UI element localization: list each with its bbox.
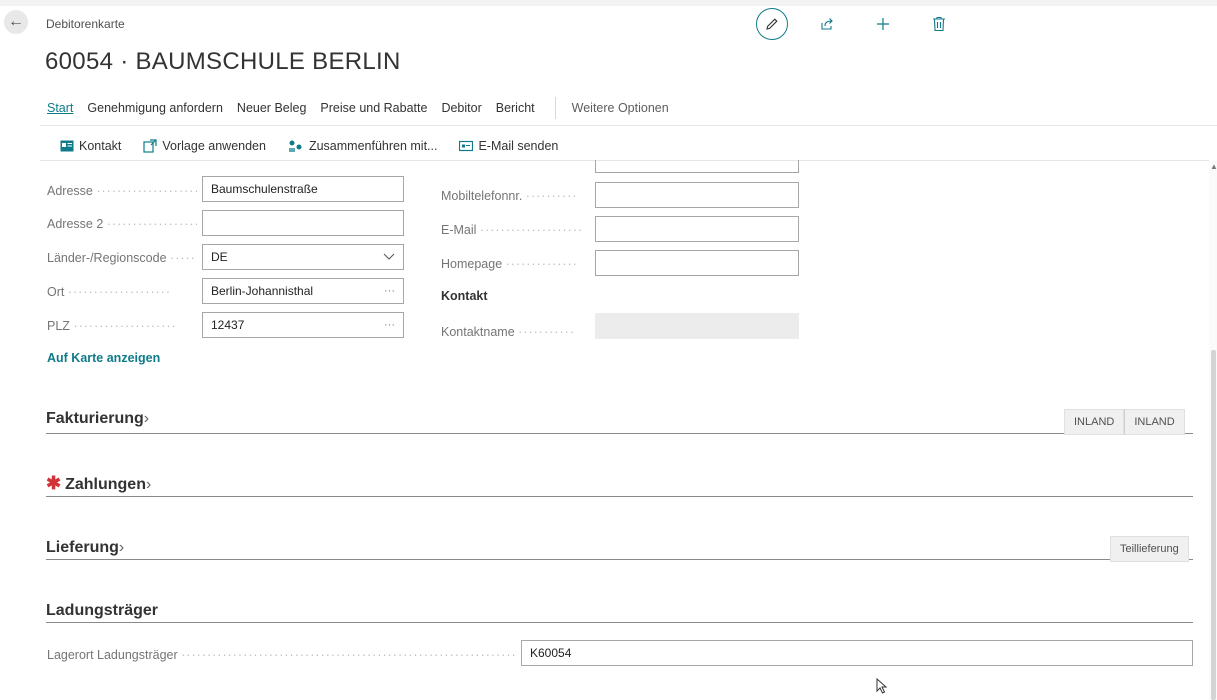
contact-card-icon <box>60 140 74 152</box>
menu-start[interactable]: Start <box>47 101 73 119</box>
apply-template-icon <box>143 139 157 153</box>
kontakt-label: Kontakt <box>79 139 122 153</box>
contactname-label: Kontaktname ··········· <box>441 325 575 339</box>
homepage-label: Homepage ·············· <box>441 257 578 271</box>
chevron-down-icon <box>383 253 395 260</box>
lieferung-badges: Teillieferung <box>1110 536 1189 562</box>
kontakt-heading: Kontakt <box>441 289 488 303</box>
menu-preise-rabatte[interactable]: Preise und Rabatte <box>320 101 427 119</box>
section-title: Fakturierung <box>46 410 144 427</box>
header-actions <box>756 7 978 41</box>
adresse2-field[interactable] <box>202 210 404 236</box>
share-button[interactable] <box>810 7 844 41</box>
share-icon <box>821 18 833 30</box>
page-caption: Debitorenkarte <box>46 17 125 31</box>
top-strip <box>0 0 1217 6</box>
menu-weitere-optionen[interactable]: Weitere Optionen <box>572 101 669 119</box>
badge: INLAND <box>1124 409 1185 435</box>
menu-genehmigung[interactable]: Genehmigung anfordern <box>87 101 223 119</box>
cut-off-field <box>595 160 799 173</box>
zusammenfuehren-button[interactable]: Zusammenführen mit... <box>288 139 438 153</box>
section-title: Zahlungen <box>65 476 146 493</box>
fakturierung-badges: INLAND INLAND <box>1064 409 1185 435</box>
lookup-ellipsis-icon[interactable]: ··· <box>384 319 395 331</box>
plz-label: PLZ ···················· <box>47 319 177 333</box>
adresse-field[interactable]: Baumschulenstraße <box>202 176 404 202</box>
map-link[interactable]: Auf Karte anzeigen <box>47 351 160 365</box>
toolbar: Kontakt Vorlage anwenden Zusammenführen … <box>60 139 580 153</box>
section-lieferung[interactable]: Lieferung› <box>46 539 1193 560</box>
edit-button[interactable] <box>756 8 788 40</box>
email-senden-button[interactable]: E-Mail senden <box>459 139 558 153</box>
badge: INLAND <box>1064 409 1125 435</box>
country-label: Länder-/Regionscode ····· <box>47 251 196 265</box>
section-title: Ladungsträger <box>46 602 159 619</box>
mouse-cursor-icon <box>876 678 888 694</box>
required-asterisk-icon: ✱ <box>46 473 62 493</box>
delete-button[interactable] <box>922 7 956 41</box>
vorlage-anwenden-button[interactable]: Vorlage anwenden <box>143 139 266 153</box>
badge: Teillieferung <box>1110 536 1189 562</box>
contactname-field <box>595 313 799 339</box>
action-menu: Start Genehmigung anfordern Neuer Beleg … <box>47 97 683 119</box>
country-select[interactable]: DE <box>202 244 404 270</box>
section-ladungstraeger: Ladungsträger <box>46 602 1193 623</box>
trash-icon <box>933 16 945 32</box>
email-field[interactable] <box>595 216 799 242</box>
plz-field[interactable]: 12437 ··· <box>202 312 404 338</box>
new-button[interactable] <box>866 7 900 41</box>
lagerort-label: Lagerort Ladungsträger ·················… <box>47 648 517 662</box>
chevron-right-icon: › <box>145 476 152 493</box>
ort-label: Ort ···················· <box>47 285 172 299</box>
mobile-label: Mobiltelefonnr. ·········· <box>441 189 578 203</box>
adresse2-label: Adresse 2 ···················· <box>47 217 197 231</box>
ort-field[interactable]: Berlin-Johannisthal ··· <box>202 278 404 304</box>
email-icon <box>459 140 474 152</box>
zusammenfuehren-label: Zusammenführen mit... <box>308 139 438 153</box>
email-senden-label: E-Mail senden <box>478 139 559 153</box>
adresse-label: Adresse ···················· <box>47 184 197 198</box>
back-button[interactable]: ← <box>4 10 28 34</box>
plus-icon <box>877 18 889 30</box>
email-label: E-Mail ···················· <box>441 223 584 237</box>
merge-icon <box>288 139 304 153</box>
arrow-left-icon: ← <box>8 13 24 30</box>
homepage-field[interactable] <box>595 250 799 276</box>
chevron-right-icon: › <box>143 410 150 427</box>
lagerort-field[interactable]: K60054 <box>521 640 1193 666</box>
lookup-ellipsis-icon[interactable]: ··· <box>384 285 395 297</box>
scrollbar-thumb[interactable] <box>1211 350 1216 700</box>
menu-bericht[interactable]: Bericht <box>496 101 535 119</box>
menu-separator <box>554 97 556 119</box>
section-title: Lieferung <box>46 539 119 556</box>
chevron-right-icon: › <box>118 539 125 556</box>
pencil-icon <box>766 18 778 30</box>
mobile-field[interactable] <box>595 182 799 208</box>
kontakt-button[interactable]: Kontakt <box>60 139 121 153</box>
vorlage-anwenden-label: Vorlage anwenden <box>162 139 266 153</box>
section-zahlungen[interactable]: ✱ Zahlungen› <box>46 473 1193 497</box>
page-title: 60054 · BAUMSCHULE BERLIN <box>45 48 401 75</box>
scroll-up-icon[interactable]: ▲ <box>1210 162 1217 171</box>
menu-debitor[interactable]: Debitor <box>441 101 481 119</box>
section-fakturierung[interactable]: Fakturierung› <box>46 410 1193 434</box>
menu-divider <box>40 125 1217 126</box>
menu-neuer-beleg[interactable]: Neuer Beleg <box>237 101 307 119</box>
